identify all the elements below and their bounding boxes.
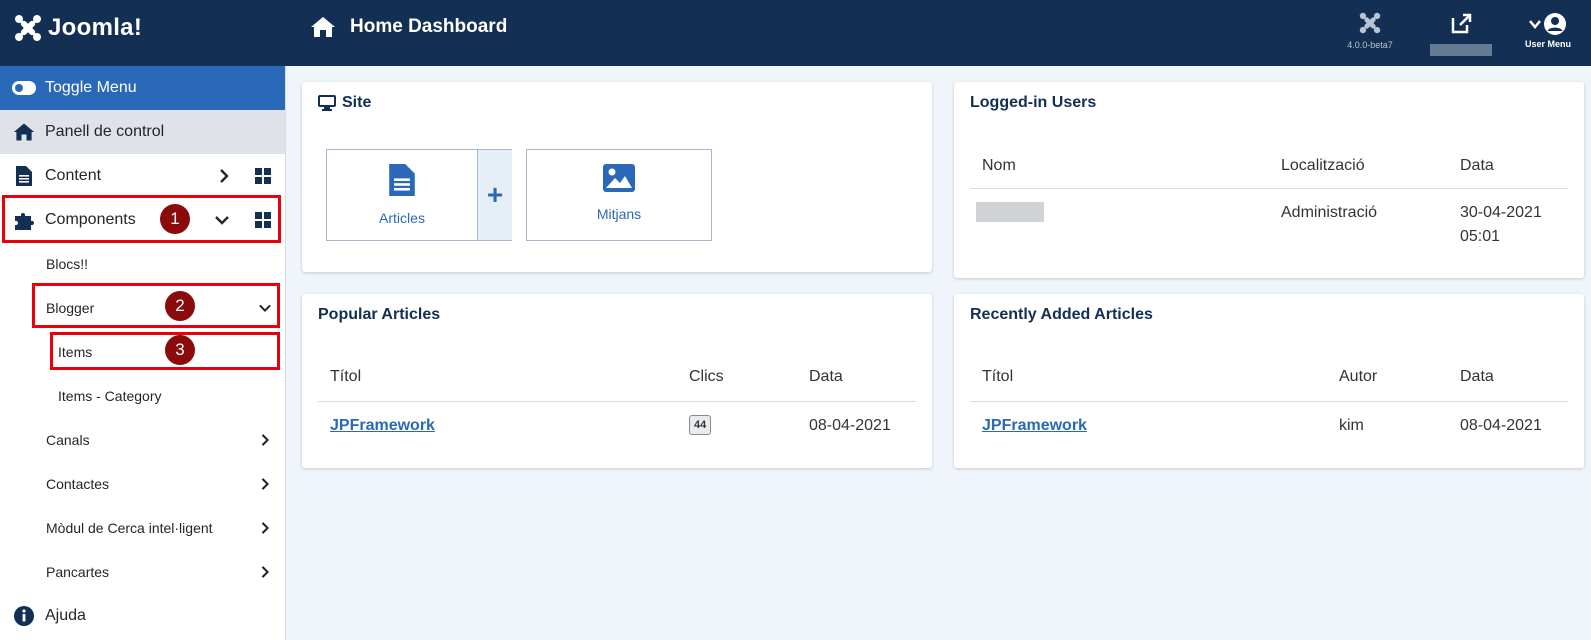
dashboard-grid-icon[interactable] [255,168,271,184]
user-icon [1544,13,1566,35]
quicklink-articles[interactable]: Articles + [326,149,512,241]
version-indicator[interactable]: 4.0.0-beta7 [1340,12,1400,50]
table-divider [970,188,1568,189]
recent-articles-card: Recently Added Articles Títol Autor Data… [954,294,1584,468]
logged-in-users-card: Logged-in Users Nom Localització Data Ad… [954,82,1584,278]
top-header: Joomla! Home Dashboard 4.0.0-beta7 User … [0,0,1591,66]
chevron-right-icon[interactable] [259,522,271,534]
annotation-box-2 [32,283,280,328]
column-header-date: Data [1460,368,1494,385]
column-header-author: Autor [1339,368,1378,385]
sidebar-item-label: Content [45,167,102,184]
add-article-button[interactable]: + [477,150,512,240]
info-icon [12,604,36,628]
article-author: kim [1339,417,1364,434]
table-divider [970,401,1568,402]
sidebar-item-content[interactable]: Content [0,154,285,198]
sidebar-item-items-category[interactable]: Items - Category [0,374,285,418]
card-title: Logged-in Users [970,94,1097,111]
site-title-label: Site [342,94,372,111]
sidebar-item-label: Panell de control [45,123,165,140]
quicklink-label: Mitjans [596,206,642,222]
article-link[interactable]: JPFramework [330,417,435,435]
user-location: Administració [1281,204,1378,221]
logo-text: Joomla! [48,14,143,41]
chevron-right-icon[interactable] [259,478,271,490]
page-heading: Home Dashboard [310,16,507,38]
annotation-badge-1: 1 [160,204,190,234]
card-title: Popular Articles [318,306,441,323]
article-date: 08-04-2021 [1460,417,1542,434]
version-label: 4.0.0-beta7 [1347,40,1393,50]
site-card: Site Articles + Mitjans [302,82,932,272]
toggle-menu-button[interactable]: Toggle Menu [0,66,285,110]
table-divider [318,401,916,402]
image-icon [603,164,635,192]
article-link[interactable]: JPFramework [982,417,1087,435]
chevron-right-icon[interactable] [259,566,271,578]
sidebar-item-label: Mòdul de Cerca intel·ligent [46,520,213,536]
sidebar-item-label: Ajuda [45,607,86,624]
joomla-logo[interactable]: Joomla! [14,14,142,42]
external-link-icon [1451,13,1472,34]
column-header-clicks: Clics [689,368,724,385]
column-header-location: Localització [1281,157,1365,174]
file-icon [389,164,415,196]
sidebar-item-label: Contactes [46,476,110,492]
view-site-link[interactable] [1430,12,1492,56]
column-header-date: Data [1460,157,1494,174]
column-header-title: Títol [330,368,362,385]
sidebar-item-label: Pancartes [46,564,110,580]
sidebar-item-blocs[interactable]: Blocs!! [0,242,285,286]
chevron-down-icon [1529,20,1541,29]
quicklink-label: Articles [379,210,425,226]
file-icon [12,164,36,188]
user-menu-button[interactable]: User Menu [1518,12,1578,49]
joomla-icon [15,15,41,41]
card-title: Recently Added Articles [970,306,1153,323]
article-date: 08-04-2021 [809,417,891,434]
popular-articles-card: Popular Articles Títol Clics Data JPFram… [302,294,932,468]
sidebar-item-help[interactable]: Ajuda [0,594,285,638]
sidebar-item-smart-search[interactable]: Mòdul de Cerca intel·ligent [0,506,285,550]
joomla-version-icon [1359,12,1381,34]
user-name-redacted [976,202,1044,222]
column-header-title: Títol [982,368,1014,385]
clicks-badge-wrap: 44 [689,415,712,435]
sidebar-item-pancartes[interactable]: Pancartes [0,550,285,594]
sidebar-item-label: Blocs!! [46,256,89,272]
column-header-date: Data [809,368,843,385]
page-title: Home Dashboard [350,16,508,37]
sidebar-item-label: Items - Category [58,388,162,404]
toggle-menu-label: Toggle Menu [45,79,137,96]
card-title: Site [318,94,371,112]
home-icon [12,120,36,144]
home-icon [311,17,335,37]
sidebar-item-contactes[interactable]: Contactes [0,462,285,506]
quicklink-media[interactable]: Mitjans [526,149,712,241]
user-menu-label: User Menu [1524,39,1571,49]
sidebar-item-dashboard[interactable]: Panell de control [0,110,285,154]
sidebar-item-canals[interactable]: Canals [0,418,285,462]
desktop-icon [318,95,336,111]
annotation-badge-3: 3 [165,335,195,365]
site-name-redacted [1430,44,1492,56]
user-date: 30-04-2021 [1460,204,1542,221]
column-header-name: Nom [982,157,1016,174]
chevron-right-icon[interactable] [219,169,229,183]
annotation-badge-2: 2 [165,291,195,321]
annotation-box-1 [2,195,281,243]
sidebar-item-label: Canals [46,432,90,448]
toggle-switch-icon [12,76,36,100]
chevron-right-icon[interactable] [259,434,271,446]
user-time: 05:01 [1460,228,1501,245]
clicks-badge: 44 [689,415,712,435]
